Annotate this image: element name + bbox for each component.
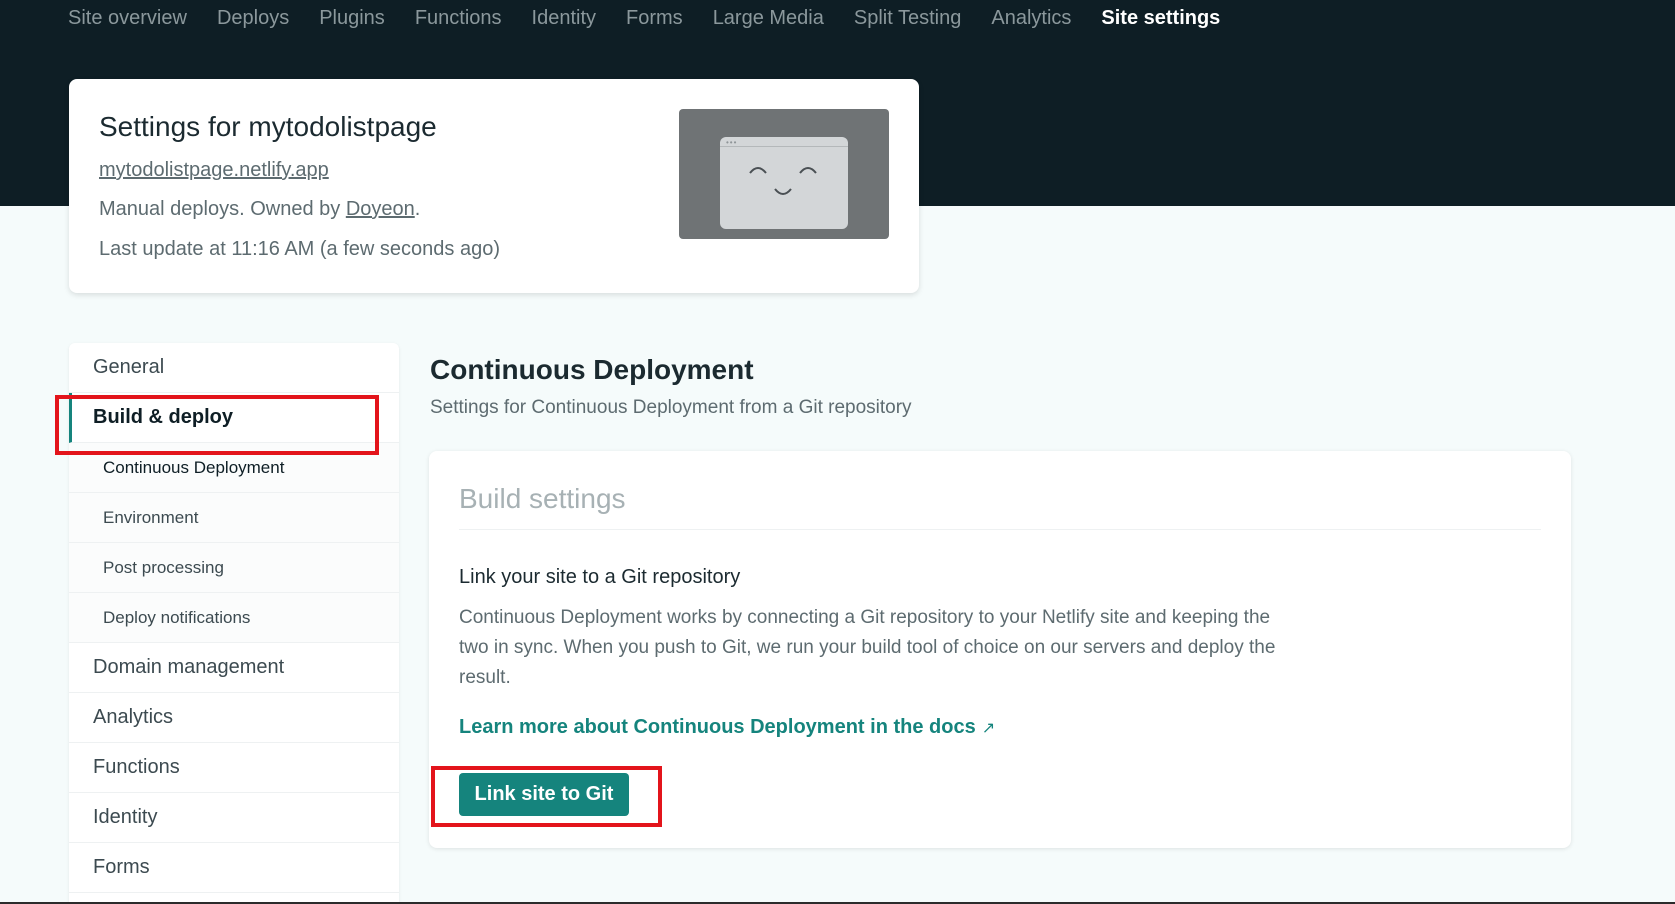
nav-site-overview[interactable]: Site overview: [68, 7, 187, 30]
sidebar-item-general[interactable]: General: [69, 343, 399, 393]
site-info-card: Settings for mytodolistpage mytodolistpa…: [69, 79, 919, 293]
browser-window-icon: •••: [720, 137, 848, 229]
section-title: Continuous Deployment: [430, 354, 754, 385]
sidebar-sub-environment[interactable]: Environment: [69, 493, 399, 543]
nav-site-settings[interactable]: Site settings: [1101, 7, 1220, 30]
card-divider: [459, 529, 1541, 530]
docs-link[interactable]: Learn more about Continuous Deployment i…: [459, 716, 995, 739]
sidebar-item-identity[interactable]: Identity: [69, 793, 399, 843]
owner-prefix: Manual deploys. Owned by: [99, 198, 346, 220]
nav-large-media[interactable]: Large Media: [713, 7, 824, 30]
docs-link-label: Learn more about Continuous Deployment i…: [459, 716, 976, 738]
site-title: Settings for mytodolistpage: [99, 111, 437, 142]
annotation-highlight-build-deploy: [55, 395, 379, 455]
nav-deploys[interactable]: Deploys: [217, 7, 289, 30]
sidebar-item-domain-management[interactable]: Domain management: [69, 643, 399, 693]
nav-split-testing[interactable]: Split Testing: [854, 7, 961, 30]
annotation-highlight-git-button: [431, 766, 662, 827]
owner-link[interactable]: Doyeon: [346, 198, 415, 220]
nav-functions[interactable]: Functions: [415, 7, 502, 30]
site-url-link[interactable]: mytodolistpage.netlify.app: [99, 159, 329, 182]
nav-analytics[interactable]: Analytics: [991, 7, 1071, 30]
link-git-description: Continuous Deployment works by connectin…: [459, 607, 1276, 688]
card-title: Build settings: [459, 483, 626, 514]
sidebar-item-functions[interactable]: Functions: [69, 743, 399, 793]
top-navigation: Site overview Deploys Plugins Functions …: [68, 2, 1250, 34]
sidebar-item-forms[interactable]: Forms: [69, 843, 399, 893]
link-git-heading: Link your site to a Git repository: [459, 566, 741, 588]
external-link-icon: ↗: [981, 720, 996, 737]
site-owner-text: Manual deploys. Owned by Doyeon.: [99, 198, 420, 221]
nav-identity[interactable]: Identity: [532, 7, 596, 30]
section-subtitle: Settings for Continuous Deployment from …: [430, 397, 912, 418]
owner-suffix: .: [414, 198, 421, 220]
last-update-text: Last update at 11:16 AM (a few seconds a…: [99, 238, 500, 260]
nav-plugins[interactable]: Plugins: [319, 7, 385, 30]
sidebar-sub-post-processing[interactable]: Post processing: [69, 543, 399, 593]
sidebar-sub-deploy-notifications[interactable]: Deploy notifications: [69, 593, 399, 643]
smiley-face-icon: [749, 167, 817, 195]
sidebar-item-analytics[interactable]: Analytics: [69, 693, 399, 743]
nav-forms[interactable]: Forms: [626, 7, 683, 30]
site-preview-thumbnail[interactable]: •••: [679, 109, 889, 239]
